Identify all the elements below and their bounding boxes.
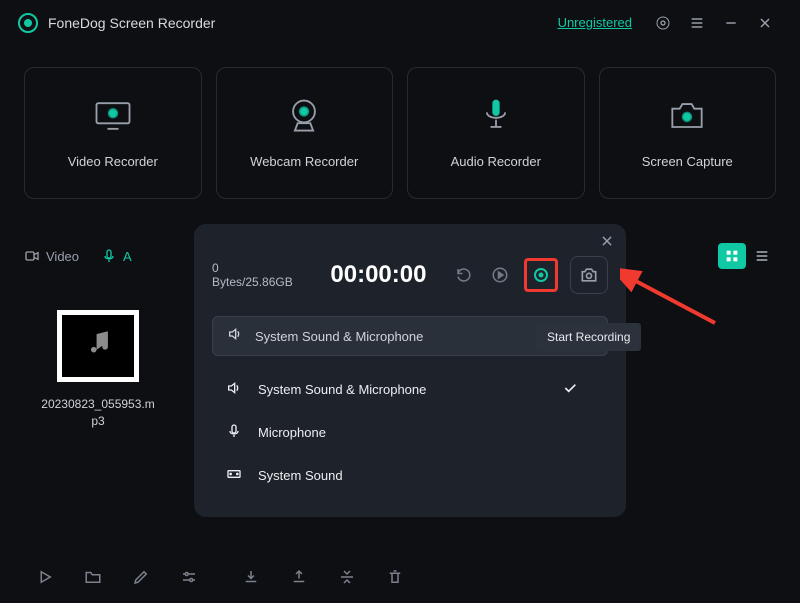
play-tool[interactable] [34, 566, 56, 588]
recording-panel: 0 Bytes/25.86GB 00:00:00 System Sound & … [194, 224, 626, 517]
speaker-icon [227, 326, 243, 347]
close-button[interactable] [757, 15, 773, 31]
play-button[interactable] [486, 261, 514, 289]
bottom-toolbar [0, 551, 800, 603]
mode-video-recorder[interactable]: Video Recorder [24, 67, 202, 199]
tab-label: A [123, 249, 132, 264]
panel-close-button[interactable] [600, 234, 616, 250]
register-link[interactable]: Unregistered [558, 15, 632, 30]
mode-label: Audio Recorder [451, 154, 541, 169]
tab-audio[interactable]: A [101, 248, 132, 264]
panel-status-row: 0 Bytes/25.86GB 00:00:00 [212, 256, 608, 294]
monitor-record-icon [91, 98, 135, 134]
folder-tool[interactable] [82, 566, 104, 588]
annotation-arrow [620, 268, 720, 328]
gallery-item[interactable]: 20230823_055953.mp3 [38, 310, 158, 430]
check-icon [562, 380, 594, 399]
gallery-item-name: 20230823_055953.mp3 [38, 396, 158, 430]
timer-display: 00:00:00 [330, 261, 426, 289]
app-logo-icon [18, 13, 38, 33]
list-view-button[interactable] [748, 243, 776, 269]
edit-tool[interactable] [130, 566, 152, 588]
disk-usage: 0 Bytes/25.86GB [212, 261, 302, 289]
audio-source-label: System Sound & Microphone [255, 329, 423, 344]
mode-audio-recorder[interactable]: Audio Recorder [407, 67, 585, 199]
dropdown-option-label: System Sound & Microphone [258, 382, 426, 397]
dropdown-option-system[interactable]: System Sound [212, 454, 608, 497]
dropdown-option-label: System Sound [258, 468, 343, 483]
view-toggle [718, 243, 776, 269]
dropdown-option-label: Microphone [258, 425, 326, 440]
mode-label: Video Recorder [68, 154, 158, 169]
mode-screen-capture[interactable]: Screen Capture [599, 67, 777, 199]
delete-tool[interactable] [384, 566, 406, 588]
camera-icon [665, 98, 709, 134]
dropdown-option-both[interactable]: System Sound & Microphone [212, 368, 608, 411]
start-recording-tooltip: Start Recording [536, 323, 641, 351]
microphone-icon [226, 423, 258, 442]
music-file-icon [81, 327, 115, 366]
mode-webcam-recorder[interactable]: Webcam Recorder [216, 67, 394, 199]
rewind-button[interactable] [450, 261, 478, 289]
settings-icon[interactable] [655, 15, 671, 31]
export-tool[interactable] [288, 566, 310, 588]
snapshot-button[interactable] [570, 256, 608, 294]
app-window: FoneDog Screen Recorder Unregistered Vid… [0, 0, 800, 603]
system-sound-icon [226, 466, 258, 485]
microphone-icon [474, 98, 518, 134]
mode-label: Webcam Recorder [250, 154, 358, 169]
menu-icon[interactable] [689, 15, 705, 31]
settings-tool[interactable] [178, 566, 200, 588]
tab-video[interactable]: Video [24, 248, 79, 264]
import-tool[interactable] [240, 566, 262, 588]
webcam-icon [282, 98, 326, 134]
header: FoneDog Screen Recorder Unregistered [0, 0, 800, 45]
speaker-icon [226, 380, 258, 399]
dropdown-option-mic[interactable]: Microphone [212, 411, 608, 454]
mode-row: Video Recorder Webcam Recorder Audio Rec… [0, 45, 800, 221]
mode-label: Screen Capture [642, 154, 733, 169]
audio-source-dropdown: System Sound & Microphone Microphone Sys… [212, 362, 608, 503]
compress-tool[interactable] [336, 566, 358, 588]
tab-label: Video [46, 249, 79, 264]
start-recording-button[interactable] [524, 258, 558, 292]
app-title: FoneDog Screen Recorder [48, 15, 215, 31]
record-icon [534, 268, 548, 282]
grid-view-button[interactable] [718, 243, 746, 269]
minimize-button[interactable] [723, 15, 739, 31]
